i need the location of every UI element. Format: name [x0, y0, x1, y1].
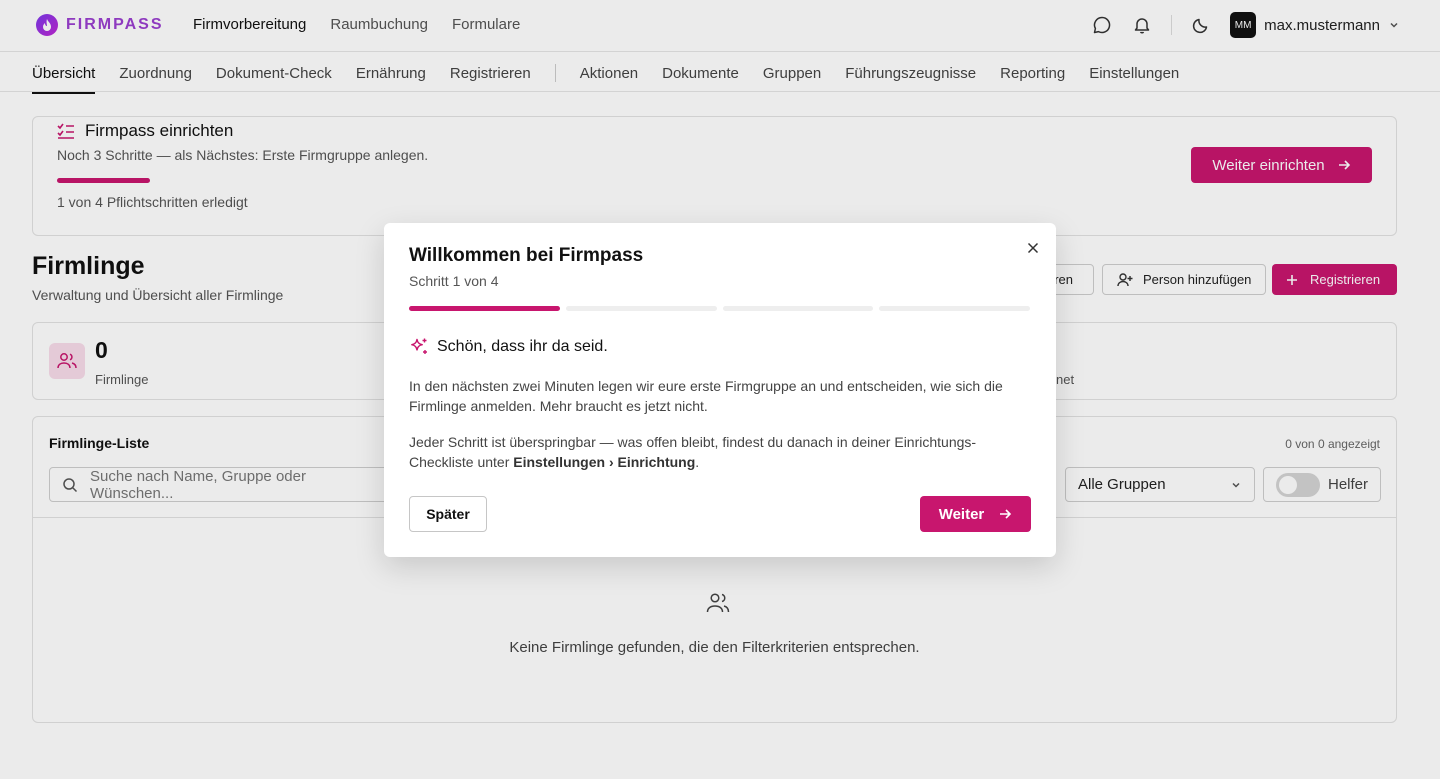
dialog-title: Willkommen bei Firmpass [409, 245, 644, 266]
close-icon[interactable] [1024, 239, 1042, 257]
progress-segment [722, 306, 874, 311]
settings-path: Einstellungen › Einrichtung [513, 454, 696, 470]
step-progress [409, 306, 1030, 311]
welcome-dialog: Willkommen bei Firmpass Schritt 1 von 4 … [384, 223, 1056, 557]
progress-segment [879, 306, 1030, 311]
dialog-text-1: In den nächsten zwei Minuten legen wir e… [409, 378, 1003, 414]
next-button[interactable]: Weiter [920, 496, 1031, 532]
dialog-step: Schritt 1 von 4 [409, 273, 499, 289]
dialog-heading: Schön, dass ihr da seid. [409, 337, 608, 357]
arrow-right-icon [998, 507, 1012, 521]
progress-segment [565, 306, 717, 311]
dialog-text-2: Jeder Schritt ist überspringbar — was of… [409, 434, 977, 470]
sparkles-icon [409, 337, 429, 357]
progress-segment [409, 306, 560, 311]
later-button[interactable]: Später [409, 496, 487, 532]
